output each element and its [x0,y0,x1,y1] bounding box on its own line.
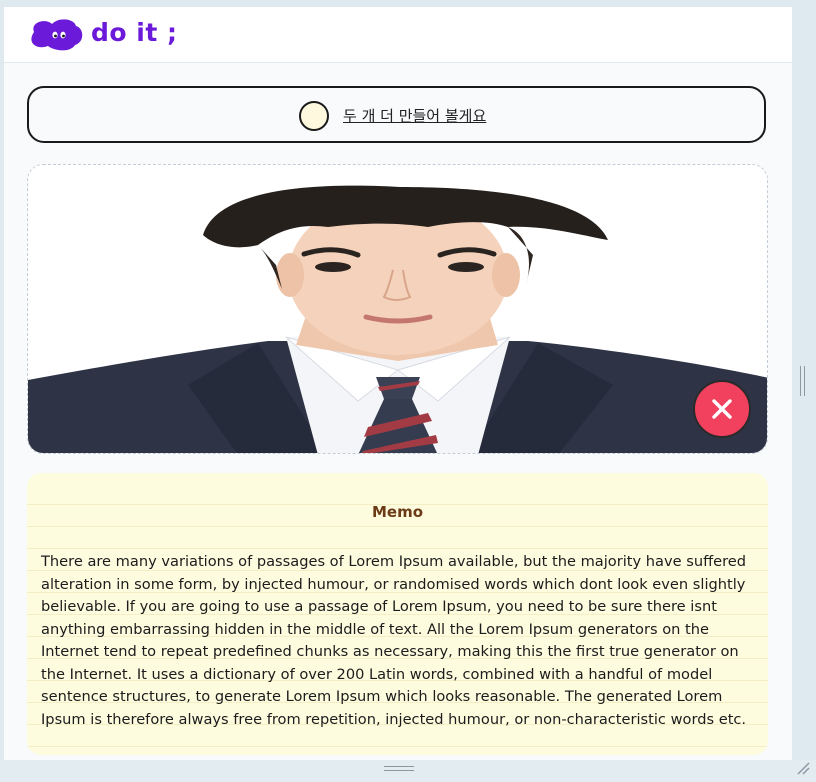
logo-text: do it ; [91,18,178,47]
todo-item[interactable]: 두 개 더 만들어 볼게요 [27,86,766,143]
window-bottom-bar [0,760,816,782]
vertical-resize-handle[interactable] [800,366,805,396]
header: do it ; [4,7,792,63]
todo-checkbox[interactable] [299,101,329,131]
resize-corner-icon[interactable] [795,760,811,776]
portrait-photo [28,165,767,453]
memo-panel[interactable]: Memo There are many variations of passag… [27,473,768,755]
close-icon [712,399,732,419]
todo-title[interactable]: 두 개 더 만들어 볼게요 [343,105,486,126]
memo-body[interactable]: There are many variations of passages of… [41,551,757,731]
app-window: do it ; 두 개 더 만들어 볼게요 Memo There are man… [4,7,792,760]
memo-title: Memo [371,503,424,521]
horizontal-resize-handle[interactable] [384,766,414,771]
logo-icon[interactable] [28,18,84,51]
delete-image-button[interactable] [693,380,751,438]
image-attachment [27,164,768,454]
